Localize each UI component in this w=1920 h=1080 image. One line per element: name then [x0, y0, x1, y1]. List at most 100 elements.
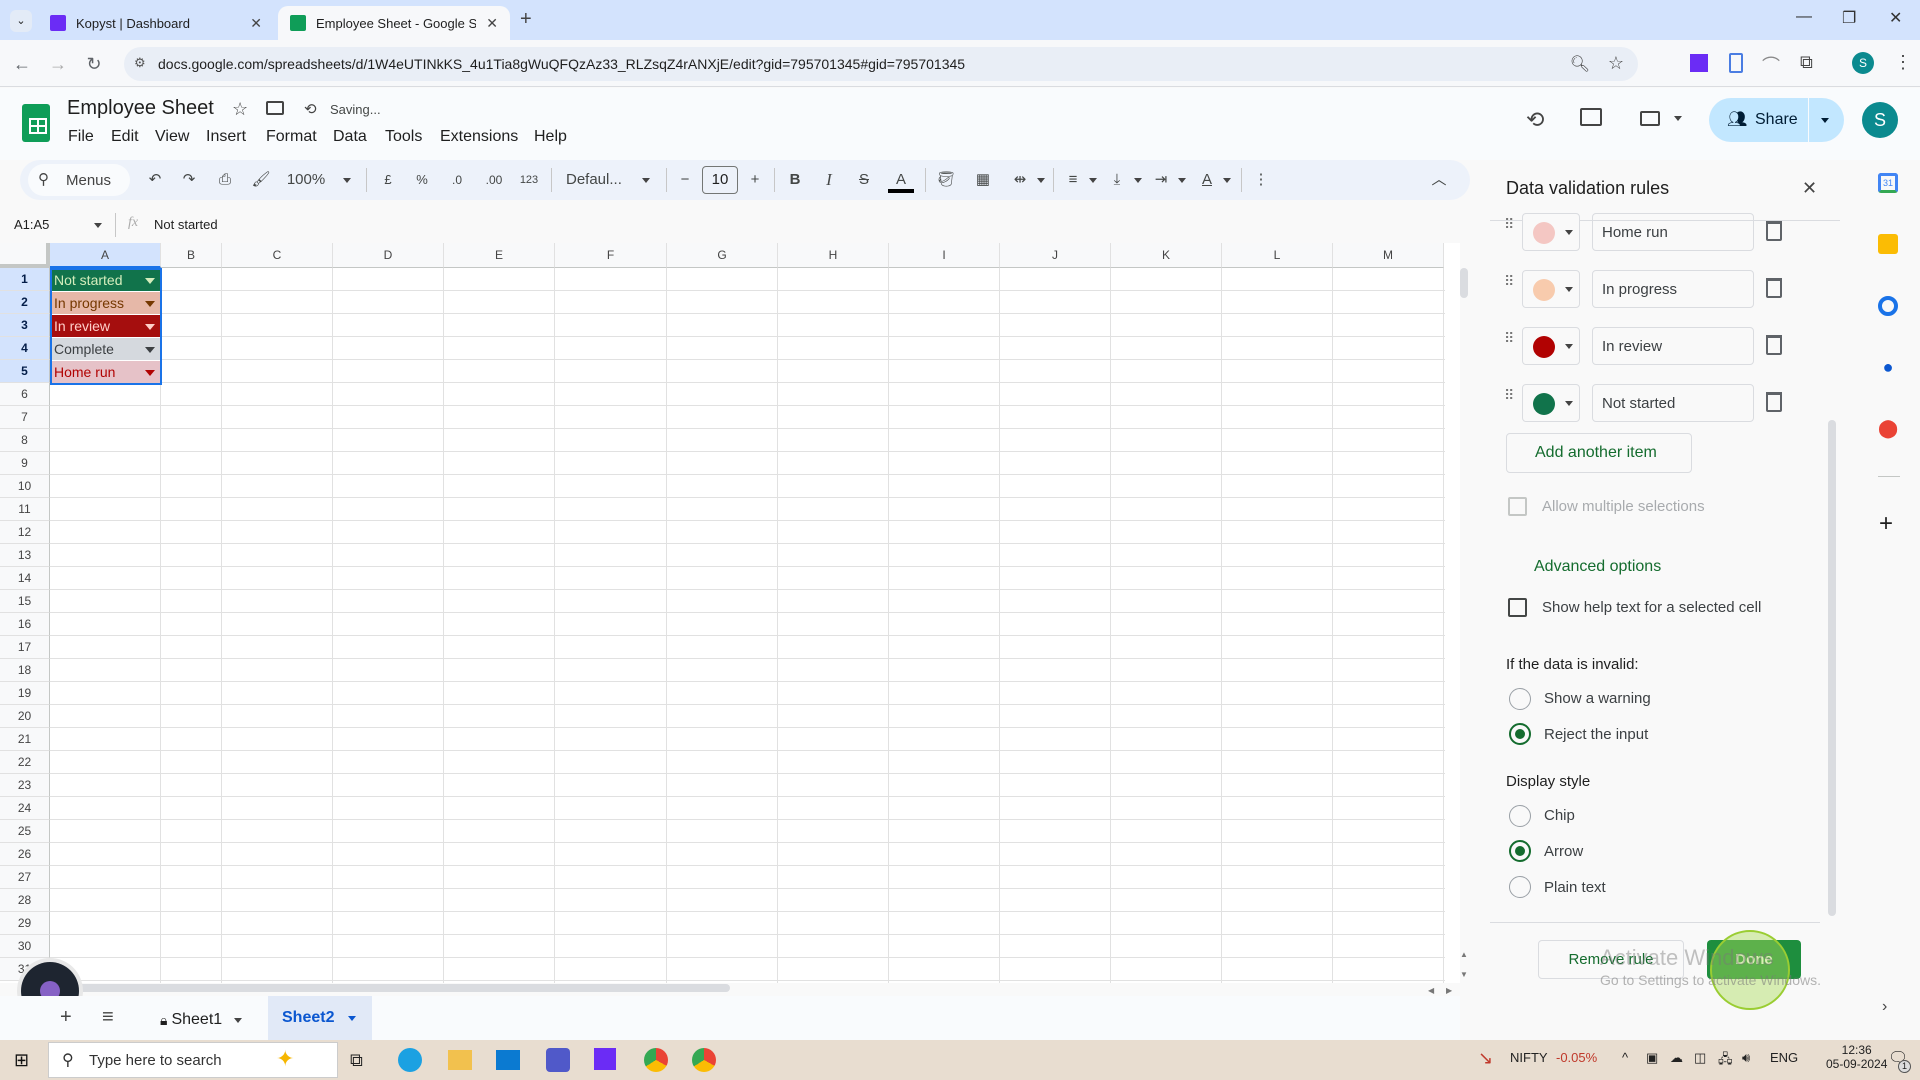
row-header[interactable]: 30: [0, 935, 50, 958]
delete-item-icon[interactable]: [1766, 221, 1782, 241]
menu-help[interactable]: Help: [534, 128, 567, 146]
network-icon[interactable]: 🖧︎: [1718, 1050, 1733, 1072]
share-button[interactable]: 👥︎ Share: [1709, 98, 1844, 142]
collapse-toolbar-icon[interactable]: ︿: [1428, 170, 1450, 190]
print-icon[interactable]: ⎙: [214, 170, 236, 190]
row-header[interactable]: 26: [0, 843, 50, 866]
dropdown-cell[interactable]: Not started: [51, 269, 161, 291]
get-addons-icon[interactable]: +: [1879, 510, 1893, 538]
item-color-picker[interactable]: [1522, 384, 1580, 422]
copilot-sparkle-icon[interactable]: ✦: [276, 1046, 294, 1072]
scroll-left-icon[interactable]: ◀: [1428, 986, 1434, 995]
row-header[interactable]: 14: [0, 567, 50, 590]
bold-button[interactable]: B: [784, 170, 806, 190]
sheet-tab-sheet1[interactable]: 🔒︎ Sheet1: [160, 1006, 243, 1034]
delete-item-icon[interactable]: [1766, 335, 1782, 355]
item-value-input[interactable]: In review: [1592, 327, 1754, 365]
vertical-scrollbar[interactable]: [1460, 268, 1468, 298]
sheets-logo-icon[interactable]: [22, 104, 50, 142]
mail-icon[interactable]: [496, 1050, 520, 1070]
extension-icon[interactable]: [1729, 53, 1743, 73]
row-header[interactable]: 13: [0, 544, 50, 567]
meet-dropdown-icon[interactable]: [1674, 116, 1682, 121]
arrow-radio[interactable]: [1509, 840, 1531, 862]
tab-employee-sheet[interactable]: Employee Sheet - Google Sheets ✕: [278, 6, 510, 40]
text-rotation-icon[interactable]: A: [1196, 170, 1218, 190]
kopyst-taskbar-icon[interactable]: [594, 1048, 616, 1070]
keep-icon[interactable]: [1878, 234, 1898, 254]
tab-kopyst[interactable]: Kopyst | Dashboard ✕: [38, 6, 274, 40]
column-header-d[interactable]: D: [333, 243, 444, 268]
halign-dropdown-icon[interactable]: [1089, 178, 1097, 183]
row-header[interactable]: 24: [0, 797, 50, 820]
meet-icon[interactable]: [1640, 111, 1660, 126]
chip-radio[interactable]: [1509, 805, 1531, 827]
name-box-dropdown-icon[interactable]: [94, 223, 102, 228]
close-window-button[interactable]: ✕: [1889, 8, 1902, 28]
text-color-icon[interactable]: A: [888, 170, 914, 190]
tray-overflow-icon[interactable]: ^: [1622, 1050, 1628, 1065]
item-color-picker[interactable]: [1522, 270, 1580, 308]
row-header[interactable]: 8: [0, 429, 50, 452]
percent-format-button[interactable]: %: [412, 170, 432, 190]
sheet-tab-dropdown-icon[interactable]: [234, 1017, 243, 1023]
row-header[interactable]: 29: [0, 912, 50, 935]
merge-cells-icon[interactable]: ⇹: [1008, 170, 1032, 190]
tray-teams-icon[interactable]: ▣: [1646, 1050, 1658, 1066]
clock[interactable]: 12:36 05-09-2024: [1826, 1043, 1887, 1071]
spreadsheet-grid[interactable]: ABCDEFGHIJKLM 1 2 3 4 5 6 7 8 9 10 11 12 13 14 15 16 17 1…: [0, 243, 1460, 983]
font-size-input[interactable]: 10: [702, 166, 738, 194]
nifty-label[interactable]: NIFTY: [1510, 1050, 1548, 1065]
menu-insert[interactable]: Insert: [206, 128, 246, 146]
fill-color-icon[interactable]: 🪣︎: [934, 170, 958, 190]
site-info-icon[interactable]: ⚙: [134, 55, 146, 71]
item-color-picker[interactable]: [1522, 327, 1580, 365]
back-button[interactable]: ←: [10, 52, 34, 76]
forward-button[interactable]: →: [46, 52, 70, 76]
redo-icon[interactable]: ↷: [178, 170, 200, 190]
delete-item-icon[interactable]: [1766, 392, 1782, 412]
cell-dropdown-arrow-icon[interactable]: [145, 301, 155, 307]
menu-edit[interactable]: Edit: [111, 128, 139, 146]
menu-file[interactable]: File: [68, 128, 94, 146]
row-header[interactable]: 9: [0, 452, 50, 475]
item-color-picker[interactable]: [1522, 213, 1580, 251]
teams-icon[interactable]: [546, 1048, 570, 1072]
item-value-input[interactable]: Home run: [1592, 213, 1754, 251]
drag-handle-icon[interactable]: ⠿: [1504, 274, 1514, 298]
menu-data[interactable]: Data: [333, 128, 367, 146]
new-tab-button[interactable]: +: [520, 8, 532, 31]
row-header[interactable]: 4: [0, 337, 50, 360]
minimize-button[interactable]: —: [1796, 8, 1812, 26]
row-header[interactable]: 21: [0, 728, 50, 751]
select-all-corner[interactable]: [0, 243, 50, 268]
bookmark-star-icon[interactable]: ☆: [1608, 53, 1624, 74]
increase-decimal-button[interactable]: .00: [482, 170, 506, 190]
row-header[interactable]: 15: [0, 590, 50, 613]
row-header[interactable]: 20: [0, 705, 50, 728]
menu-extensions[interactable]: Extensions: [440, 128, 518, 146]
extensions-puzzle-icon[interactable]: ⧉: [1800, 52, 1813, 73]
vertical-align-icon[interactable]: ⤓: [1106, 170, 1128, 190]
column-header-f[interactable]: F: [555, 243, 667, 268]
zoom-dropdown-icon[interactable]: [343, 178, 351, 183]
star-icon[interactable]: ☆: [232, 99, 248, 120]
sheet-tab-dropdown-icon[interactable]: [348, 1015, 357, 1021]
file-explorer-icon[interactable]: [448, 1050, 472, 1070]
row-header[interactable]: 2: [0, 291, 50, 314]
row-header[interactable]: 5: [0, 360, 50, 383]
calendar-icon[interactable]: 31: [1878, 173, 1898, 193]
delete-item-icon[interactable]: [1766, 278, 1782, 298]
chrome-profile-a-icon[interactable]: [644, 1048, 668, 1072]
scroll-right-icon[interactable]: ▶: [1446, 986, 1452, 995]
column-header-m[interactable]: M: [1333, 243, 1444, 268]
decrease-decimal-button[interactable]: .0: [446, 170, 468, 190]
drag-handle-icon[interactable]: ⠿: [1504, 331, 1514, 355]
tab-search-button[interactable]: ⌄: [10, 10, 32, 32]
menus-search[interactable]: ⚲ Menus: [28, 164, 130, 196]
allow-multiple-checkbox[interactable]: [1508, 497, 1527, 516]
task-view-icon[interactable]: ⧉: [350, 1050, 363, 1071]
row-header[interactable]: 12: [0, 521, 50, 544]
column-header-i[interactable]: I: [889, 243, 1000, 268]
all-sheets-icon[interactable]: ≡: [102, 1006, 114, 1029]
